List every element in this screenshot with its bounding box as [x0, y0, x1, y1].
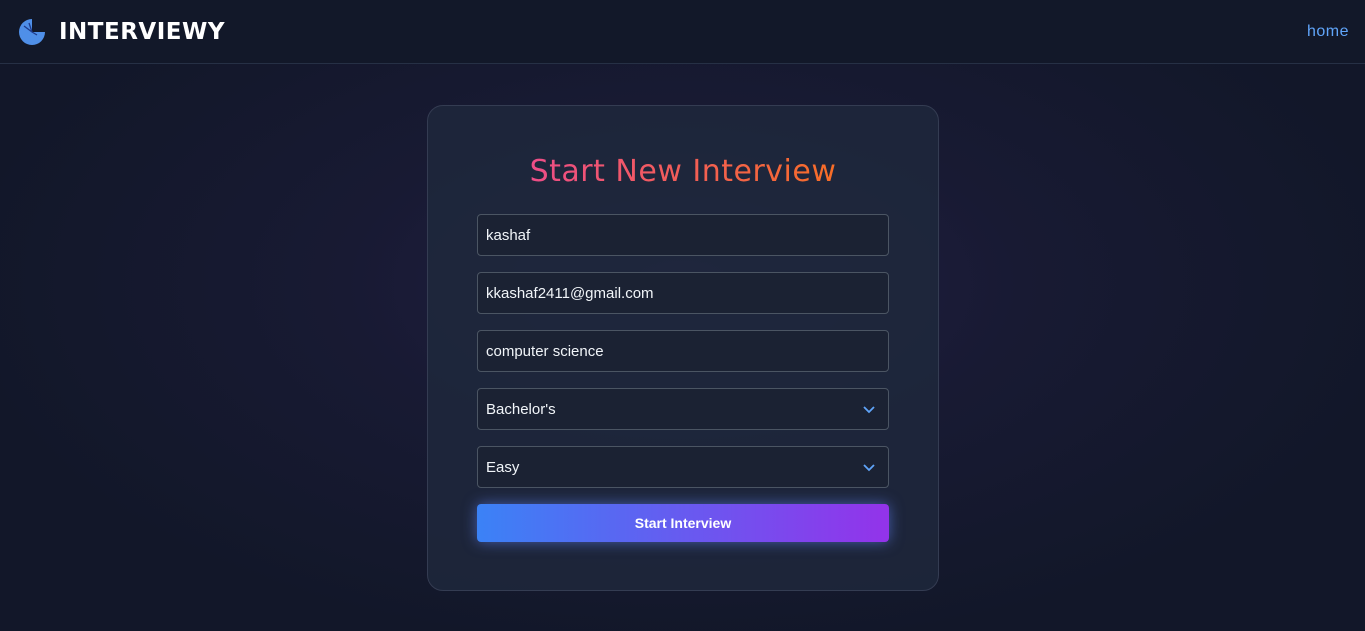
name-input[interactable]: kashaf [477, 214, 889, 256]
brand-name: INTERVIEWY [59, 18, 226, 45]
form-title: Start New Interview [477, 154, 889, 194]
chevron-down-icon [863, 464, 875, 472]
logo-icon [19, 18, 45, 45]
name-value: kashaf [486, 226, 531, 244]
brand[interactable]: INTERVIEWY [17, 17, 225, 47]
difficulty-value: Easy [486, 458, 520, 476]
chevron-down-icon [863, 406, 875, 414]
email-input[interactable]: kkashaf2411@gmail.com [477, 272, 889, 314]
degree-select[interactable]: Bachelor's [477, 388, 889, 430]
home-link[interactable]: home [1307, 23, 1349, 41]
email-value: kkashaf2411@gmail.com [486, 284, 654, 302]
field-of-study-input[interactable]: computer science [477, 330, 889, 372]
start-interview-button[interactable]: Start Interview [477, 504, 889, 542]
difficulty-select[interactable]: Easy [477, 446, 889, 488]
degree-value: Bachelor's [486, 400, 556, 418]
navbar: INTERVIEWY home [0, 0, 1365, 64]
field-of-study-value: computer science [486, 342, 604, 360]
interview-form-card: Start New Interview kashaf kkashaf2411@g… [427, 105, 939, 591]
